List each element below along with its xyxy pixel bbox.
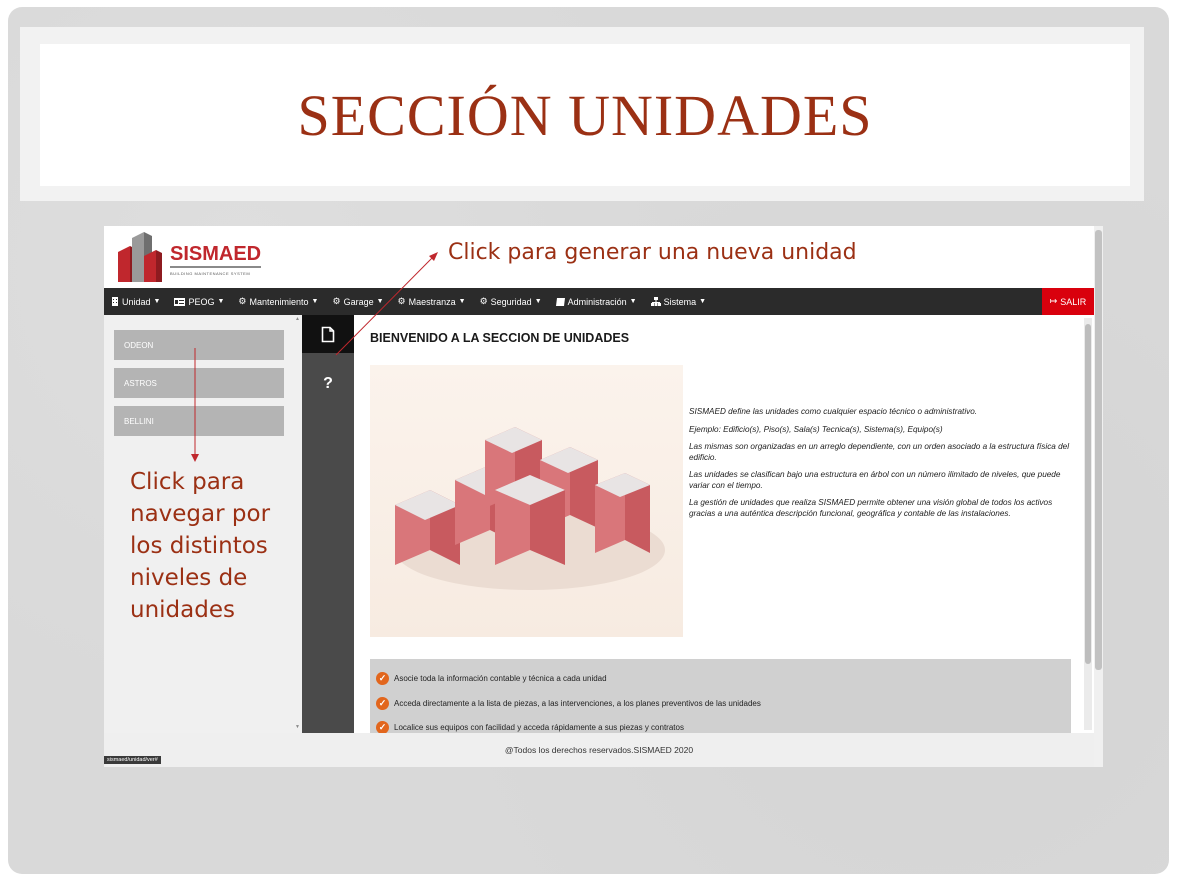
- logo-buildings-icon: [118, 232, 162, 282]
- buildings-illustration: [370, 365, 683, 637]
- scroll-up-icon[interactable]: ▲: [295, 316, 300, 322]
- main-content: BIENVENIDO A LA SECCION DE UNIDADES SISM…: [354, 315, 1094, 733]
- feature-text: Acceda directamente a la lista de piezas…: [394, 699, 761, 708]
- copyright-text: @Todos los derechos reservados.SISMAED 2…: [504, 745, 694, 755]
- sitemap-icon: [650, 297, 661, 306]
- description-paragraph: Las unidades se clasifican bajo una estr…: [689, 470, 1061, 490]
- logout-label: SALIR: [1060, 296, 1087, 307]
- sidebar-item-odeon[interactable]: ODEON: [114, 330, 284, 360]
- description-paragraph: La gestión de unidades que realiza SISMA…: [689, 498, 1053, 518]
- nav-label: Maestranza: [408, 296, 456, 307]
- isometric-buildings-image: [395, 427, 665, 590]
- nav-administracion[interactable]: Administración ▼: [549, 297, 644, 307]
- annotation-new-unit: Click para generar una nueva unidad: [448, 240, 857, 265]
- feature-list: ✓ Asocie toda la información contable y …: [370, 659, 1071, 733]
- logo-subtitle: BUILDING MAINTENANCE SYSTEM: [170, 271, 251, 276]
- nav-label: Unidad: [122, 296, 151, 307]
- nav-unidad[interactable]: Unidad ▼: [104, 297, 167, 307]
- scrollbar-thumb[interactable]: [1095, 230, 1102, 670]
- sidebar-item-astros[interactable]: ASTROS: [114, 368, 284, 398]
- annotation-navigate: Click para navegar por los distintos niv…: [130, 469, 271, 623]
- caret-down-icon: ▼: [311, 298, 319, 305]
- slide-title: SECCIÓN UNIDADES: [297, 82, 873, 148]
- feature-text: Asocie toda la información contable y té…: [394, 674, 607, 683]
- nav-label: Mantenimiento: [249, 296, 309, 307]
- list-item: ✓ Asocie toda la información contable y …: [376, 672, 607, 685]
- scroll-down-icon[interactable]: ▼: [295, 724, 300, 730]
- nav-garage[interactable]: ⚙ Garage ▼: [325, 296, 390, 307]
- status-url: sismaed/unidad/ver#: [104, 756, 161, 764]
- cogs-icon: ⚙: [238, 296, 247, 306]
- caret-down-icon: ▼: [699, 298, 707, 305]
- logout-button[interactable]: ↦ SALIR: [1042, 288, 1094, 315]
- page-scrollbar[interactable]: [1094, 226, 1103, 767]
- unit-description: SISMAED define las unidades como cualqui…: [689, 407, 1079, 526]
- logo[interactable]: SISMAED BUILDING MAINTENANCE SYSTEM: [114, 230, 264, 284]
- new-unit-button[interactable]: [302, 315, 354, 353]
- nav-label: Sistema: [663, 296, 697, 307]
- id-card-icon: [174, 297, 186, 306]
- sidebar-item-bellini[interactable]: BELLINI: [114, 406, 284, 436]
- caret-down-icon: ▼: [217, 298, 225, 305]
- page-heading: BIENVENIDO A LA SECCION DE UNIDADES: [370, 331, 630, 345]
- caret-down-icon: ▼: [534, 298, 542, 305]
- sidebar-item-label: ODEON: [124, 340, 154, 350]
- sidebar-scrollbar[interactable]: ▲ ▼: [294, 315, 302, 733]
- check-icon: ✓: [376, 721, 389, 733]
- nav-sistema[interactable]: Sistema ▼: [644, 297, 713, 307]
- check-icon: ✓: [376, 697, 389, 710]
- help-icon: ?: [323, 375, 333, 392]
- logo-text: SISMAED: [170, 244, 262, 268]
- feature-text: Localice sus equipos con facilidad y acc…: [394, 723, 684, 732]
- list-item: ✓ Localice sus equipos con facilidad y a…: [376, 721, 684, 733]
- caret-down-icon: ▼: [153, 298, 161, 305]
- nav-seguridad[interactable]: ⚙ Seguridad ▼: [473, 296, 549, 307]
- nav-maestranza[interactable]: ⚙ Maestranza ▼: [391, 296, 473, 307]
- cogs-icon: ⚙: [332, 296, 341, 306]
- new-document-icon: [321, 326, 335, 342]
- caret-down-icon: ▼: [376, 298, 384, 305]
- nav-label: Seguridad: [490, 296, 532, 307]
- footer: @Todos los derechos reservados.SISMAED 2…: [104, 733, 1094, 767]
- sidebar-item-label: ASTROS: [124, 378, 157, 388]
- help-button[interactable]: ?: [302, 365, 354, 403]
- nav-label: Administración: [567, 296, 627, 307]
- description-paragraph: Las mismas son organizadas en un arreglo…: [689, 442, 1070, 462]
- scrollbar-thumb[interactable]: [1085, 324, 1091, 664]
- caret-down-icon: ▼: [629, 298, 637, 305]
- caret-down-icon: ▼: [458, 298, 466, 305]
- nav-label: PEOG: [188, 296, 215, 307]
- nav-mantenimiento[interactable]: ⚙ Mantenimiento ▼: [231, 296, 325, 307]
- cogs-icon: ⚙: [397, 296, 406, 306]
- content-scrollbar[interactable]: [1084, 318, 1092, 730]
- cogs-icon: ⚙: [479, 296, 488, 306]
- description-paragraph: SISMAED define las unidades como cualqui…: [689, 407, 978, 416]
- sign-out-icon: ↦: [1049, 296, 1058, 306]
- title-box: SECCIÓN UNIDADES: [40, 44, 1130, 186]
- nav-label: Garage: [343, 296, 374, 307]
- building-icon: [112, 297, 118, 306]
- book-icon: [555, 297, 565, 306]
- sidebar-item-label: BELLINI: [124, 416, 154, 426]
- tool-strip: ?: [302, 315, 354, 733]
- check-icon: ✓: [376, 672, 389, 685]
- list-item: ✓ Acceda directamente a la lista de piez…: [376, 697, 761, 710]
- description-paragraph: Ejemplo: Edificio(s), Piso(s), Sala(s) T…: [689, 424, 943, 434]
- nav-peog[interactable]: PEOG ▼: [167, 297, 231, 307]
- main-navbar: Unidad ▼ PEOG ▼ ⚙ Mantenimiento ▼ ⚙ Garage ▼…: [104, 288, 1094, 315]
